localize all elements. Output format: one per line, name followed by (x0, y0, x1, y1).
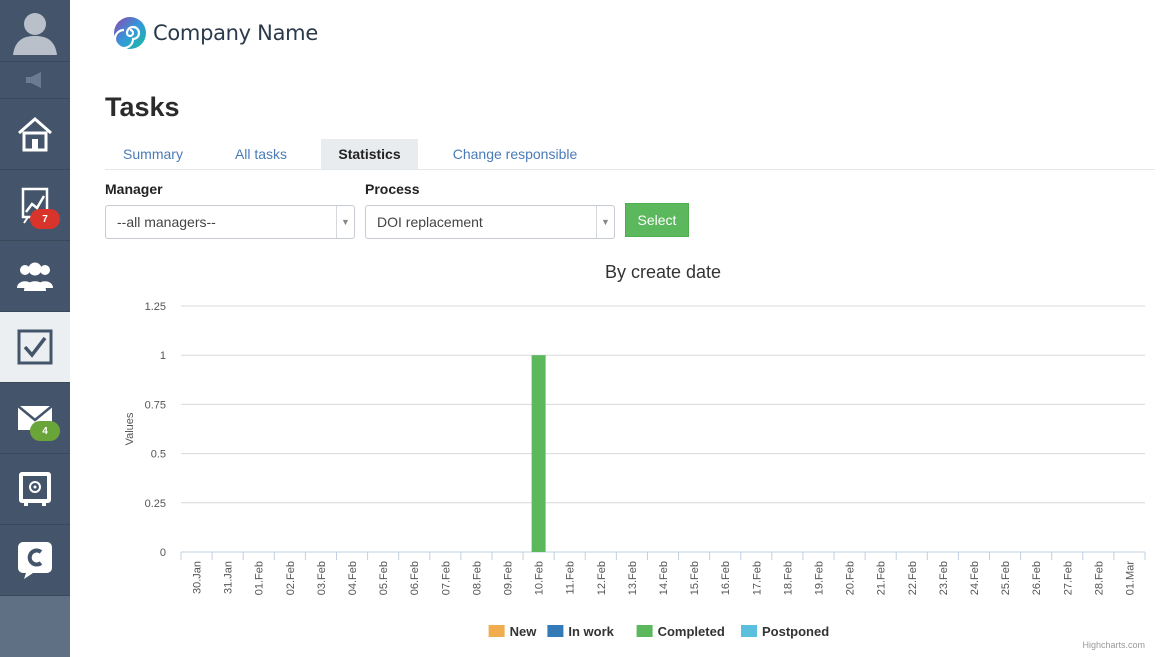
process-label: Process (365, 181, 420, 197)
legend-swatch-in-work (547, 625, 564, 637)
x-tick-label: 14.Feb (658, 561, 670, 595)
tab-statistics[interactable]: Statistics (321, 139, 418, 169)
sidebar-item-home[interactable] (0, 99, 70, 170)
sidebar-item-sales[interactable]: 7 (0, 170, 70, 241)
chevron-down-icon: ▼ (596, 206, 614, 238)
chevron-down-icon: ▼ (336, 206, 354, 238)
x-tick-label: 12.Feb (596, 561, 608, 595)
sidebar-item-profile[interactable] (0, 0, 70, 62)
home-icon (18, 117, 52, 152)
manager-label: Manager (105, 181, 163, 197)
tab-all-tasks[interactable]: All tasks (215, 139, 307, 169)
x-tick-label: 27.Feb (1062, 561, 1074, 595)
x-tick-label: 25.Feb (1000, 561, 1012, 595)
y-tick-label: 1 (160, 350, 166, 362)
spiral-logo-icon (113, 17, 146, 50)
x-tick-label: 05.Feb (378, 561, 390, 595)
x-tick-label: 17.Feb (751, 561, 763, 595)
chart-title: By create date (605, 262, 721, 282)
x-tick-label: 15.Feb (689, 561, 701, 595)
x-tick-label: 30.Jan (192, 561, 204, 594)
legend-swatch-postponed (741, 625, 757, 637)
process-select-value: DOI replacement (377, 214, 483, 230)
legend-swatch-completed (636, 625, 653, 637)
legend-item-in-work: In work (568, 624, 614, 639)
y-tick-label: 0.75 (145, 399, 166, 411)
manager-select[interactable]: --all managers-- ▼ (105, 205, 355, 239)
select-button[interactable]: Select (625, 203, 689, 237)
sidebar-item-chat[interactable] (0, 525, 70, 596)
legend-item-new: New (510, 624, 538, 639)
x-tick-label: 16.Feb (720, 561, 732, 595)
sidebar-item-clients[interactable] (0, 241, 70, 312)
x-tick-label: 23.Feb (938, 561, 950, 595)
legend-item-postponed: Postponed (762, 624, 829, 639)
y-tick-label: 0 (160, 547, 166, 559)
notification-badge: 4 (30, 421, 60, 441)
legend-item-completed: Completed (658, 624, 725, 639)
safe-icon (19, 472, 51, 506)
y-tick-label: 1.25 (145, 301, 166, 313)
x-tick-label: 07.Feb (440, 561, 452, 595)
x-tick-label: 26.Feb (1031, 561, 1043, 595)
sidebar-item-safe[interactable] (0, 454, 70, 525)
sidebar-item-tasks[interactable] (0, 312, 70, 383)
statistics-chart: By create date 0 0.25 0.5 0.75 1 1.25 Values 30.… (124, 262, 1146, 639)
users-group-icon (17, 262, 53, 291)
bar-completed (531, 355, 546, 552)
sidebar-item-mail[interactable]: 4 (0, 383, 70, 454)
x-tick-label: 01.Mar (1124, 561, 1136, 596)
tab-bar: Summary All tasks Statistics Change resp… (105, 139, 1155, 170)
x-tick-label: 06.Feb (409, 561, 421, 595)
x-tick-label: 31.Jan (223, 561, 235, 594)
sidebar-footer (0, 596, 70, 657)
x-tick-label: 01.Feb (254, 561, 266, 595)
y-tick-label: 0.25 (145, 498, 166, 510)
x-tick-label: 22.Feb (907, 561, 919, 595)
page-title: Tasks (105, 92, 180, 122)
tab-summary[interactable]: Summary (105, 139, 201, 169)
manager-select-value: --all managers-- (117, 214, 216, 230)
user-avatar-icon (13, 12, 57, 55)
x-tick-label: 02.Feb (285, 561, 297, 595)
x-tick-label: 19.Feb (813, 561, 825, 595)
x-tick-label: 08.Feb (471, 561, 483, 595)
x-tick-label: 20.Feb (845, 561, 857, 595)
x-tick-label: 24.Feb (969, 561, 981, 595)
x-tick-label: 28.Feb (1093, 561, 1105, 595)
megaphone-icon (26, 72, 41, 88)
tab-change-responsible[interactable]: Change responsible (435, 139, 595, 169)
highcharts-credits[interactable]: Highcharts.com (1082, 640, 1145, 650)
chat-c-icon (18, 542, 52, 579)
notification-badge: 7 (30, 209, 60, 229)
x-tick-label: 09.Feb (503, 561, 515, 595)
sidebar: 7 4 (0, 0, 70, 657)
process-select[interactable]: DOI replacement ▼ (365, 205, 615, 239)
x-tick-label: 03.Feb (316, 561, 328, 595)
legend-swatch-new (488, 625, 505, 637)
x-tick-label: 13.Feb (627, 561, 639, 595)
x-tick-label: 10.Feb (534, 561, 546, 595)
company-name: Company Name (153, 21, 318, 45)
x-tick-label: 21.Feb (876, 561, 888, 595)
x-tick-label: 11.Feb (565, 561, 577, 594)
y-tick-label: 0.5 (151, 449, 166, 461)
checkbox-icon (17, 329, 53, 365)
x-tick-label: 18.Feb (782, 561, 794, 595)
company-logo[interactable]: Company Name (113, 16, 318, 50)
y-axis-label: Values (124, 412, 136, 445)
x-tick-label: 04.Feb (347, 561, 359, 595)
sidebar-item-announcements[interactable] (0, 62, 70, 99)
